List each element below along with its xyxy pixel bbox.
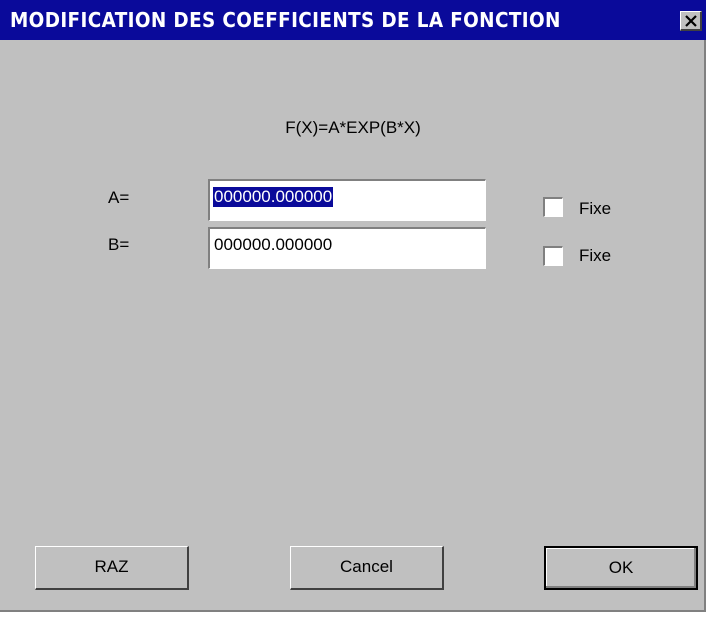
ok-button[interactable]: OK — [544, 546, 698, 590]
coefficient-b-value: 000000.000000 — [214, 235, 333, 254]
coefficient-a-fixed-label[interactable]: Fixe — [579, 199, 611, 219]
cancel-button[interactable]: Cancel — [290, 546, 444, 590]
close-x-icon — [685, 15, 697, 27]
close-button[interactable] — [680, 11, 702, 31]
coefficient-a-input[interactable]: 000000.000000 — [208, 179, 486, 221]
coefficient-a-value: 000000.000000 — [213, 187, 334, 207]
function-formula: F(X)=A*EXP(B*X) — [285, 118, 421, 137]
coefficient-b-input[interactable]: 000000.000000 — [208, 227, 486, 269]
coefficient-b-fixed-checkbox[interactable] — [543, 246, 563, 266]
coefficient-b-fixed-label[interactable]: Fixe — [579, 246, 611, 266]
coefficients-dialog: MODIFICATION DES COEFFICIENTS DE LA FONC… — [0, 0, 706, 612]
title-bar[interactable]: MODIFICATION DES COEFFICIENTS DE LA FONC… — [0, 0, 706, 40]
reset-button[interactable]: RAZ — [35, 546, 189, 590]
coefficient-b-label: B= — [108, 235, 130, 254]
dialog-title: MODIFICATION DES COEFFICIENTS DE LA FONC… — [10, 8, 561, 32]
coefficient-a-fixed-checkbox[interactable] — [543, 197, 563, 217]
coefficient-a-label: A= — [108, 188, 130, 207]
